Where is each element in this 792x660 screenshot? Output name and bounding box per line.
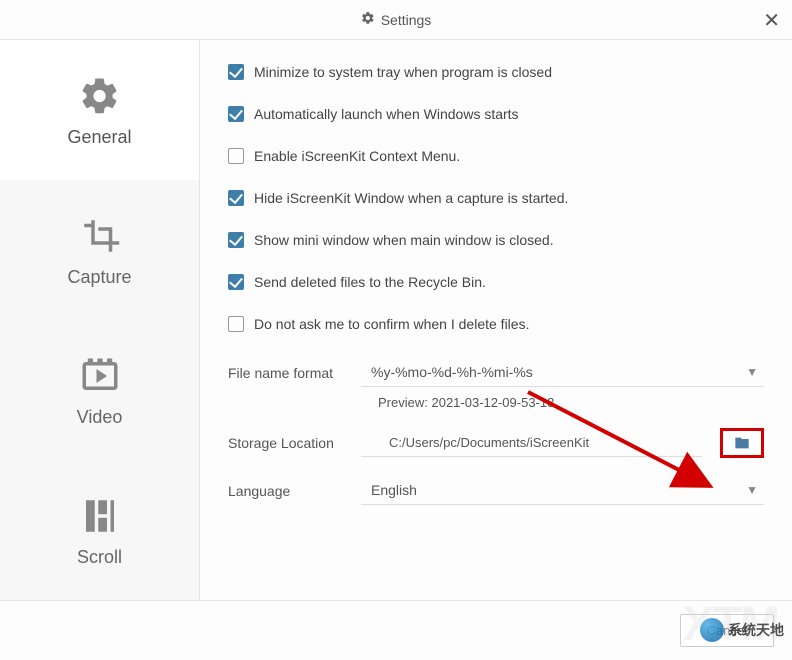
video-icon — [77, 353, 123, 399]
filename-format-row: File name format %y-%mo-%d-%h-%mi-%s ▼ — [228, 358, 764, 387]
option-miniwindow[interactable]: Show mini window when main window is clo… — [228, 232, 764, 248]
option-label: Automatically launch when Windows starts — [254, 106, 519, 122]
watermark-text: 系统天地 — [728, 620, 784, 640]
storage-location-value: C:/Users/pc/Documents/iScreenKit — [361, 429, 702, 457]
checkbox-icon[interactable] — [228, 64, 244, 80]
checkbox-icon[interactable] — [228, 148, 244, 164]
browse-folder-button[interactable] — [720, 428, 764, 458]
language-row: Language English ▼ — [228, 476, 764, 505]
sidebar-item-capture[interactable]: Capture — [0, 180, 199, 320]
sidebar: General Capture Video Scroll — [0, 40, 200, 600]
sidebar-item-label: Video — [77, 407, 123, 428]
sidebar-item-label: General — [67, 127, 131, 148]
filename-label: File name format — [228, 365, 343, 381]
option-label: Show mini window when main window is clo… — [254, 232, 554, 248]
settings-panel: Minimize to system tray when program is … — [200, 40, 792, 600]
checkbox-icon[interactable] — [228, 232, 244, 248]
option-label: Send deleted files to the Recycle Bin. — [254, 274, 486, 290]
checkbox-icon[interactable] — [228, 190, 244, 206]
window-title: Settings — [381, 12, 432, 28]
filename-format-select[interactable]: %y-%mo-%d-%h-%mi-%s ▼ — [361, 358, 764, 387]
checkbox-icon[interactable] — [228, 274, 244, 290]
option-autolaunch[interactable]: Automatically launch when Windows starts — [228, 106, 764, 122]
option-contextmenu[interactable]: Enable iScreenKit Context Menu. — [228, 148, 764, 164]
filename-preview: Preview: 2021-03-12-09-53-18 — [378, 395, 764, 410]
scroll-icon — [77, 493, 123, 539]
option-label: Enable iScreenKit Context Menu. — [254, 148, 460, 164]
option-noconfirm[interactable]: Do not ask me to confirm when I delete f… — [228, 316, 764, 332]
folder-icon — [733, 435, 751, 451]
close-icon[interactable]: ✕ — [763, 8, 780, 33]
language-select[interactable]: English ▼ — [361, 476, 764, 505]
sidebar-item-scroll[interactable]: Scroll — [0, 460, 199, 600]
option-minimize[interactable]: Minimize to system tray when program is … — [228, 64, 764, 80]
storage-label: Storage Location — [228, 435, 343, 451]
language-value: English — [371, 482, 417, 498]
language-label: Language — [228, 483, 343, 499]
gear-large-icon — [77, 73, 123, 119]
option-label: Hide iScreenKit Window when a capture is… — [254, 190, 568, 206]
storage-location-row: Storage Location C:/Users/pc/Documents/i… — [228, 428, 764, 458]
sidebar-item-video[interactable]: Video — [0, 320, 199, 460]
sidebar-item-general[interactable]: General — [0, 40, 199, 180]
option-recyclebin[interactable]: Send deleted files to the Recycle Bin. — [228, 274, 764, 290]
sidebar-item-label: Capture — [67, 267, 131, 288]
filename-format-value: %y-%mo-%d-%h-%mi-%s — [371, 364, 533, 380]
crop-icon — [77, 213, 123, 259]
checkbox-icon[interactable] — [228, 316, 244, 332]
option-label: Do not ask me to confirm when I delete f… — [254, 316, 529, 332]
watermark: 系统天地 — [700, 618, 784, 642]
checkbox-icon[interactable] — [228, 106, 244, 122]
chevron-down-icon: ▼ — [746, 365, 758, 379]
option-hidewindow[interactable]: Hide iScreenKit Window when a capture is… — [228, 190, 764, 206]
titlebar: Settings ✕ — [0, 0, 792, 40]
chevron-down-icon: ▼ — [746, 483, 758, 497]
footer: Cancel — [0, 600, 792, 660]
gear-icon — [361, 11, 375, 28]
option-label: Minimize to system tray when program is … — [254, 64, 552, 80]
globe-icon — [700, 618, 724, 642]
sidebar-item-label: Scroll — [77, 547, 122, 568]
